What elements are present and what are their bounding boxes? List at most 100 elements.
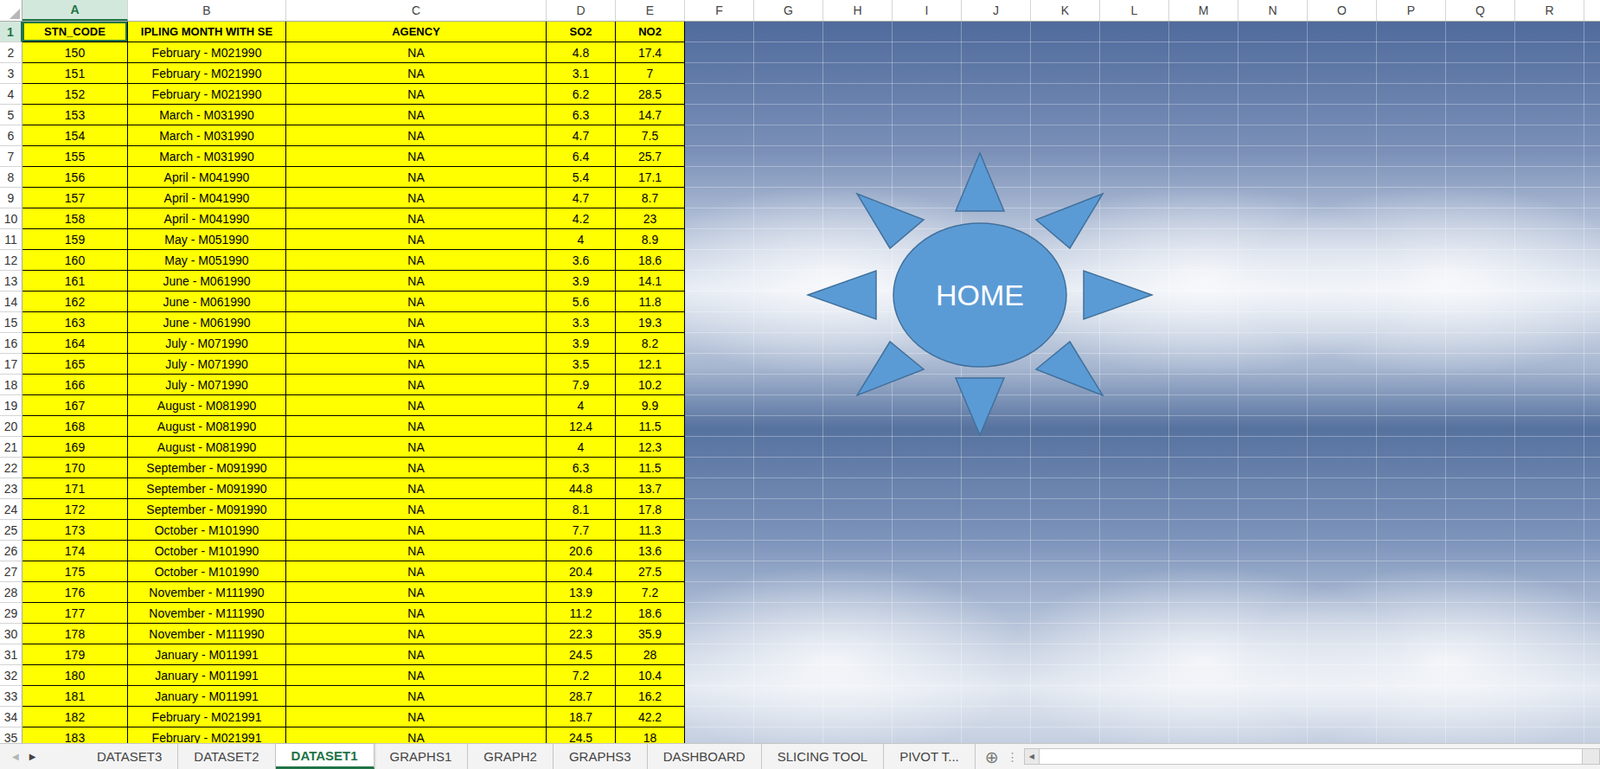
table-cell[interactable]: October - M101990 [128, 540, 287, 562]
table-cell[interactable]: 183 [22, 727, 128, 743]
table-cell[interactable]: 174 [22, 540, 128, 562]
column-header[interactable]: M [1169, 0, 1239, 21]
table-cell[interactable]: NO2 [615, 21, 685, 43]
table-cell[interactable]: February - M021990 [128, 83, 287, 105]
column-header[interactable]: C [286, 0, 547, 21]
table-cell[interactable]: NA [286, 208, 547, 230]
column-header[interactable]: K [1030, 0, 1101, 21]
row-header[interactable]: 31 [0, 644, 23, 666]
table-cell[interactable]: February - M021991 [128, 727, 287, 743]
table-cell[interactable]: 181 [22, 685, 128, 707]
row-header[interactable]: 34 [0, 706, 23, 728]
table-cell[interactable]: NA [286, 602, 547, 624]
table-cell[interactable]: NA [286, 332, 547, 354]
table-cell[interactable]: July - M071990 [128, 353, 287, 375]
table-cell[interactable]: 17.1 [615, 166, 685, 188]
table-cell[interactable]: 163 [22, 312, 128, 333]
row-header[interactable]: 15 [0, 312, 23, 333]
table-cell[interactable]: NA [286, 291, 547, 313]
column-header[interactable]: G [754, 0, 824, 21]
home-sun-shape[interactable]: HOME [806, 151, 1154, 437]
sheet-tab[interactable]: GRAPH2 [467, 743, 554, 769]
table-cell[interactable]: 12.1 [615, 353, 685, 375]
table-cell[interactable]: 156 [22, 166, 128, 188]
table-cell[interactable]: 6.2 [546, 83, 616, 105]
table-cell[interactable]: 12.3 [615, 436, 685, 458]
row-header[interactable]: 2 [0, 42, 23, 64]
table-cell[interactable]: 165 [22, 353, 128, 375]
row-header[interactable]: 28 [0, 582, 23, 603]
row-header[interactable]: 1 [0, 21, 23, 43]
row-header[interactable]: 16 [0, 332, 23, 354]
table-cell[interactable]: 13.9 [546, 582, 616, 603]
table-cell[interactable]: 16.2 [615, 685, 685, 707]
table-cell[interactable]: 24.5 [546, 727, 616, 743]
table-cell[interactable]: 22.3 [546, 623, 616, 645]
table-cell[interactable]: 168 [22, 416, 128, 437]
table-cell[interactable]: 27.5 [615, 561, 685, 583]
table-cell[interactable]: 7.9 [546, 374, 616, 396]
row-header[interactable]: 29 [0, 602, 23, 624]
table-cell[interactable]: 6.3 [546, 457, 616, 479]
row-header[interactable]: 7 [0, 146, 23, 167]
table-cell[interactable]: October - M101990 [128, 519, 287, 541]
table-cell[interactable]: 180 [22, 665, 128, 686]
row-header[interactable]: 22 [0, 457, 23, 479]
table-cell[interactable]: November - M111990 [128, 582, 287, 603]
table-cell[interactable]: NA [286, 395, 547, 416]
row-header[interactable]: 19 [0, 395, 23, 416]
table-cell[interactable]: 11.2 [546, 602, 616, 624]
table-cell[interactable]: 7 [615, 63, 685, 84]
table-cell[interactable]: August - M081990 [128, 416, 287, 437]
table-cell[interactable]: 18.6 [615, 602, 685, 624]
table-cell[interactable]: 13.6 [615, 540, 685, 562]
column-header[interactable]: D [546, 0, 616, 21]
table-cell[interactable]: 152 [22, 83, 128, 105]
table-cell[interactable]: 14.7 [615, 104, 685, 126]
table-cell[interactable]: 6.3 [546, 104, 616, 126]
table-cell[interactable]: 18.7 [546, 706, 616, 728]
table-cell[interactable]: NA [286, 374, 547, 396]
table-cell[interactable]: NA [286, 270, 547, 292]
sheet-scroll-button[interactable]: ▶ [29, 751, 37, 762]
table-cell[interactable]: 42.2 [615, 706, 685, 728]
table-cell[interactable]: NA [286, 83, 547, 105]
table-cell[interactable]: 8.7 [615, 187, 685, 209]
table-cell[interactable]: 3.1 [546, 63, 616, 84]
table-cell[interactable]: March - M031990 [128, 146, 287, 167]
row-header[interactable]: 4 [0, 83, 23, 105]
table-cell[interactable]: NA [286, 416, 547, 437]
table-cell[interactable]: IPLING MONTH WITH SE [128, 21, 287, 43]
table-cell[interactable]: 3.9 [546, 270, 616, 292]
table-cell[interactable]: 18 [615, 727, 685, 743]
table-cell[interactable]: 169 [22, 436, 128, 458]
table-cell[interactable]: 35.9 [615, 623, 685, 645]
column-header[interactable]: Q [1446, 0, 1516, 21]
table-cell[interactable]: 161 [22, 270, 128, 292]
row-header[interactable]: 5 [0, 104, 23, 126]
table-cell[interactable]: 5.6 [546, 291, 616, 313]
table-cell[interactable]: NA [286, 499, 547, 520]
table-cell[interactable]: 170 [22, 457, 128, 479]
table-cell[interactable]: 155 [22, 146, 128, 167]
row-header[interactable]: 25 [0, 519, 23, 541]
table-cell[interactable]: 151 [22, 63, 128, 84]
row-header[interactable]: 18 [0, 374, 23, 396]
column-header[interactable]: I [892, 0, 962, 21]
table-cell[interactable]: 23 [615, 208, 685, 230]
column-header[interactable]: E [615, 0, 685, 21]
table-cell[interactable]: 11.5 [615, 457, 685, 479]
table-cell[interactable]: 4 [546, 229, 616, 250]
table-cell[interactable]: August - M081990 [128, 436, 287, 458]
table-cell[interactable]: 4.7 [546, 187, 616, 209]
table-cell[interactable]: June - M061990 [128, 291, 287, 313]
table-cell[interactable]: NA [286, 229, 547, 250]
table-cell[interactable]: November - M111990 [128, 602, 287, 624]
table-cell[interactable]: 178 [22, 623, 128, 645]
table-cell[interactable]: May - M051990 [128, 229, 287, 250]
table-cell[interactable]: 158 [22, 208, 128, 230]
table-cell[interactable]: NA [286, 42, 547, 64]
row-header[interactable]: 30 [0, 623, 23, 645]
table-cell[interactable]: 164 [22, 332, 128, 354]
sheet-tab[interactable]: DATASET1 [275, 743, 375, 769]
